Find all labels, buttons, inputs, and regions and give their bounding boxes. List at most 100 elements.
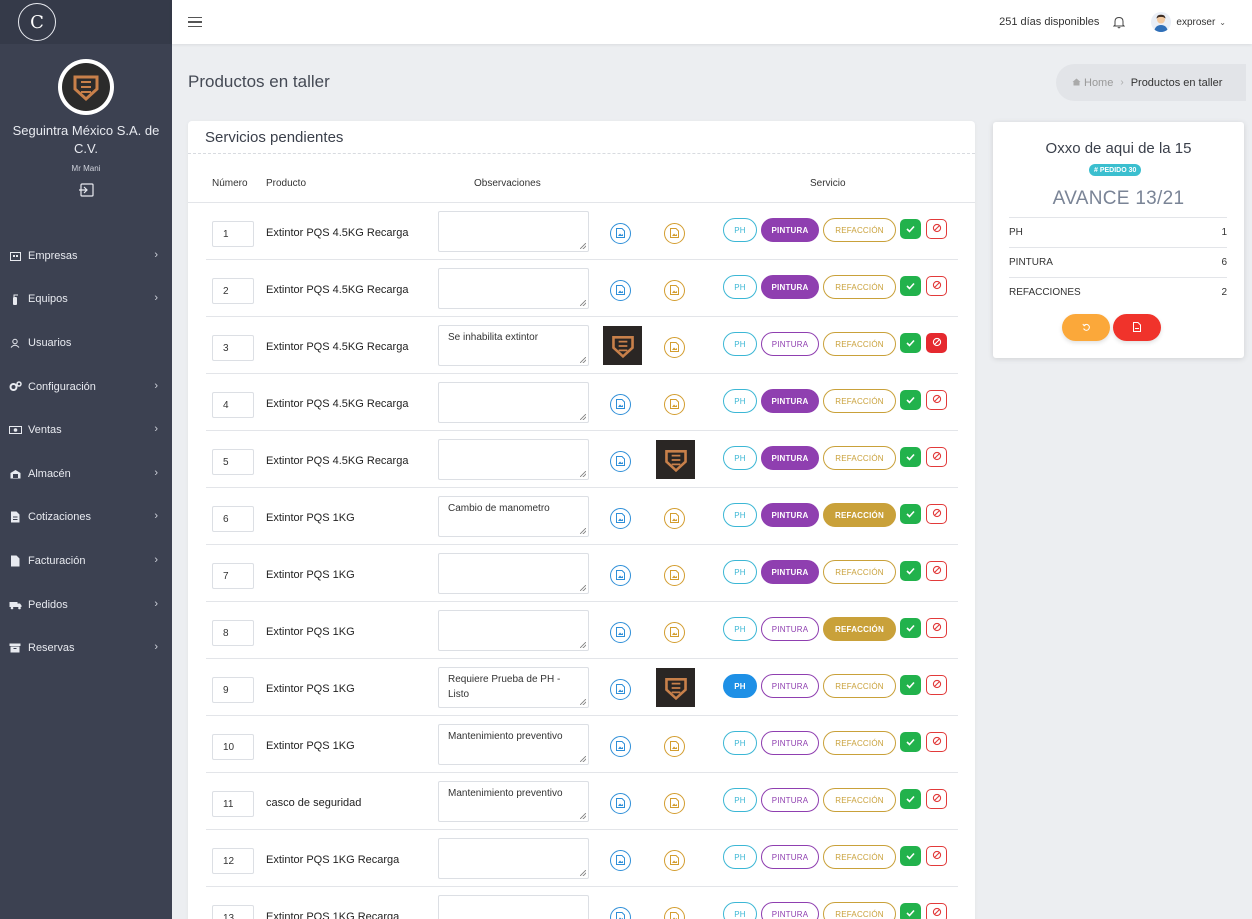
confirm-button[interactable] xyxy=(900,447,921,467)
pdf-button[interactable] xyxy=(1113,314,1161,341)
disable-button[interactable] xyxy=(926,846,947,866)
number-input[interactable]: 8 xyxy=(212,620,254,646)
disable-button[interactable] xyxy=(926,447,947,467)
upload-image-button[interactable] xyxy=(664,394,685,415)
upload-image-button[interactable] xyxy=(664,223,685,244)
upload-image-button[interactable] xyxy=(610,850,631,871)
refaccion-toggle[interactable]: REFACCIÓN xyxy=(823,218,896,242)
upload-image-button[interactable] xyxy=(610,622,631,643)
hamburger-icon[interactable] xyxy=(188,17,202,27)
upload-image-button[interactable] xyxy=(664,622,685,643)
disable-button[interactable] xyxy=(926,276,947,296)
pintura-toggle[interactable]: PINTURA xyxy=(761,845,819,869)
sidebar-item-usuarios[interactable]: Usuarios xyxy=(0,321,172,365)
confirm-button[interactable] xyxy=(900,504,921,524)
pintura-toggle[interactable]: PINTURA xyxy=(761,560,819,584)
ph-toggle[interactable]: PH xyxy=(723,788,757,812)
pintura-toggle[interactable]: PINTURA xyxy=(761,731,819,755)
pintura-toggle[interactable]: PINTURA xyxy=(761,332,819,356)
ph-toggle[interactable]: PH xyxy=(723,503,757,527)
upload-image-button[interactable] xyxy=(664,736,685,757)
ph-toggle[interactable]: PH xyxy=(723,389,757,413)
observations-textarea[interactable]: Mantenimiento preventivo xyxy=(438,724,589,765)
confirm-button[interactable] xyxy=(900,333,921,353)
number-input[interactable]: 2 xyxy=(212,278,254,304)
ph-toggle[interactable]: PH xyxy=(723,902,757,919)
ph-toggle[interactable]: PH xyxy=(723,332,757,356)
pintura-toggle[interactable]: PINTURA xyxy=(761,389,819,413)
sidebar-item-configuracion[interactable]: Configuración › xyxy=(0,365,172,409)
pintura-toggle[interactable]: PINTURA xyxy=(761,617,819,641)
refaccion-toggle[interactable]: REFACCIÓN xyxy=(823,503,896,527)
refaccion-toggle[interactable]: REFACCIÓN xyxy=(823,446,896,470)
number-input[interactable]: 9 xyxy=(212,677,254,703)
number-input[interactable]: 4 xyxy=(212,392,254,418)
confirm-button[interactable] xyxy=(900,561,921,581)
undo-button[interactable] xyxy=(1062,314,1110,341)
refaccion-toggle[interactable]: REFACCIÓN xyxy=(823,275,896,299)
chevron-down-icon[interactable]: ⌄ xyxy=(1219,18,1226,27)
number-input[interactable]: 11 xyxy=(212,791,254,817)
disable-button[interactable] xyxy=(926,618,947,638)
number-input[interactable]: 10 xyxy=(212,734,254,760)
ph-toggle[interactable]: PH xyxy=(723,446,757,470)
observations-textarea[interactable] xyxy=(438,211,589,252)
upload-image-button[interactable] xyxy=(664,508,685,529)
upload-image-button[interactable] xyxy=(664,280,685,301)
observations-textarea[interactable] xyxy=(438,838,589,879)
refaccion-toggle[interactable]: REFACCIÓN xyxy=(823,788,896,812)
disable-button[interactable] xyxy=(926,219,947,239)
pintura-toggle[interactable]: PINTURA xyxy=(761,218,819,242)
upload-image-button[interactable] xyxy=(610,451,631,472)
observations-textarea[interactable] xyxy=(438,382,589,423)
disable-button[interactable] xyxy=(926,390,947,410)
number-input[interactable]: 12 xyxy=(212,848,254,874)
upload-image-button[interactable] xyxy=(664,850,685,871)
sidebar-item-pedidos[interactable]: Pedidos › xyxy=(0,583,172,627)
confirm-button[interactable] xyxy=(900,732,921,752)
number-input[interactable]: 13 xyxy=(212,905,254,919)
sidebar-item-cotizaciones[interactable]: Cotizaciones › xyxy=(0,496,172,540)
upload-image-button[interactable] xyxy=(610,793,631,814)
upload-image-button[interactable] xyxy=(610,679,631,700)
pintura-toggle[interactable]: PINTURA xyxy=(761,275,819,299)
observations-textarea[interactable] xyxy=(438,553,589,594)
upload-image-button[interactable] xyxy=(610,223,631,244)
upload-image-button[interactable] xyxy=(610,736,631,757)
pintura-toggle[interactable]: PINTURA xyxy=(761,902,819,919)
observations-textarea[interactable]: Mantenimiento preventivo xyxy=(438,781,589,822)
sidebar-item-facturacion[interactable]: Facturación › xyxy=(0,539,172,583)
refaccion-toggle[interactable]: REFACCIÓN xyxy=(823,332,896,356)
confirm-button[interactable] xyxy=(900,903,921,919)
sidebar-item-almacen[interactable]: Almacén › xyxy=(0,452,172,496)
sidebar-item-equipos[interactable]: Equipos › xyxy=(0,278,172,322)
observations-textarea[interactable] xyxy=(438,895,589,919)
observations-textarea[interactable]: Se inhabilita extintor xyxy=(438,325,589,366)
upload-image-button[interactable] xyxy=(664,565,685,586)
ph-toggle[interactable]: PH xyxy=(723,731,757,755)
photo-thumbnail[interactable] xyxy=(656,440,695,479)
avatar[interactable] xyxy=(1151,12,1172,32)
confirm-button[interactable] xyxy=(900,390,921,410)
disable-button[interactable] xyxy=(926,561,947,581)
refaccion-toggle[interactable]: REFACCIÓN xyxy=(823,674,896,698)
number-input[interactable]: 7 xyxy=(212,563,254,589)
disable-button[interactable] xyxy=(926,504,947,524)
pintura-toggle[interactable]: PINTURA xyxy=(761,788,819,812)
upload-image-button[interactable] xyxy=(664,793,685,814)
refaccion-toggle[interactable]: REFACCIÓN xyxy=(823,731,896,755)
refaccion-toggle[interactable]: REFACCIÓN xyxy=(823,845,896,869)
confirm-button[interactable] xyxy=(900,276,921,296)
refaccion-toggle[interactable]: REFACCIÓN xyxy=(823,389,896,413)
number-input[interactable]: 3 xyxy=(212,335,254,361)
number-input[interactable]: 5 xyxy=(212,449,254,475)
ph-toggle[interactable]: PH xyxy=(723,617,757,641)
refaccion-toggle[interactable]: REFACCIÓN xyxy=(823,560,896,584)
ph-toggle[interactable]: PH xyxy=(723,845,757,869)
confirm-button[interactable] xyxy=(900,618,921,638)
number-input[interactable]: 1 xyxy=(212,221,254,247)
disable-button[interactable] xyxy=(926,789,947,809)
sidebar-item-empresas[interactable]: Empresas › xyxy=(0,234,172,278)
observations-textarea[interactable]: Cambio de manometro xyxy=(438,496,589,537)
disable-button[interactable] xyxy=(926,333,947,353)
